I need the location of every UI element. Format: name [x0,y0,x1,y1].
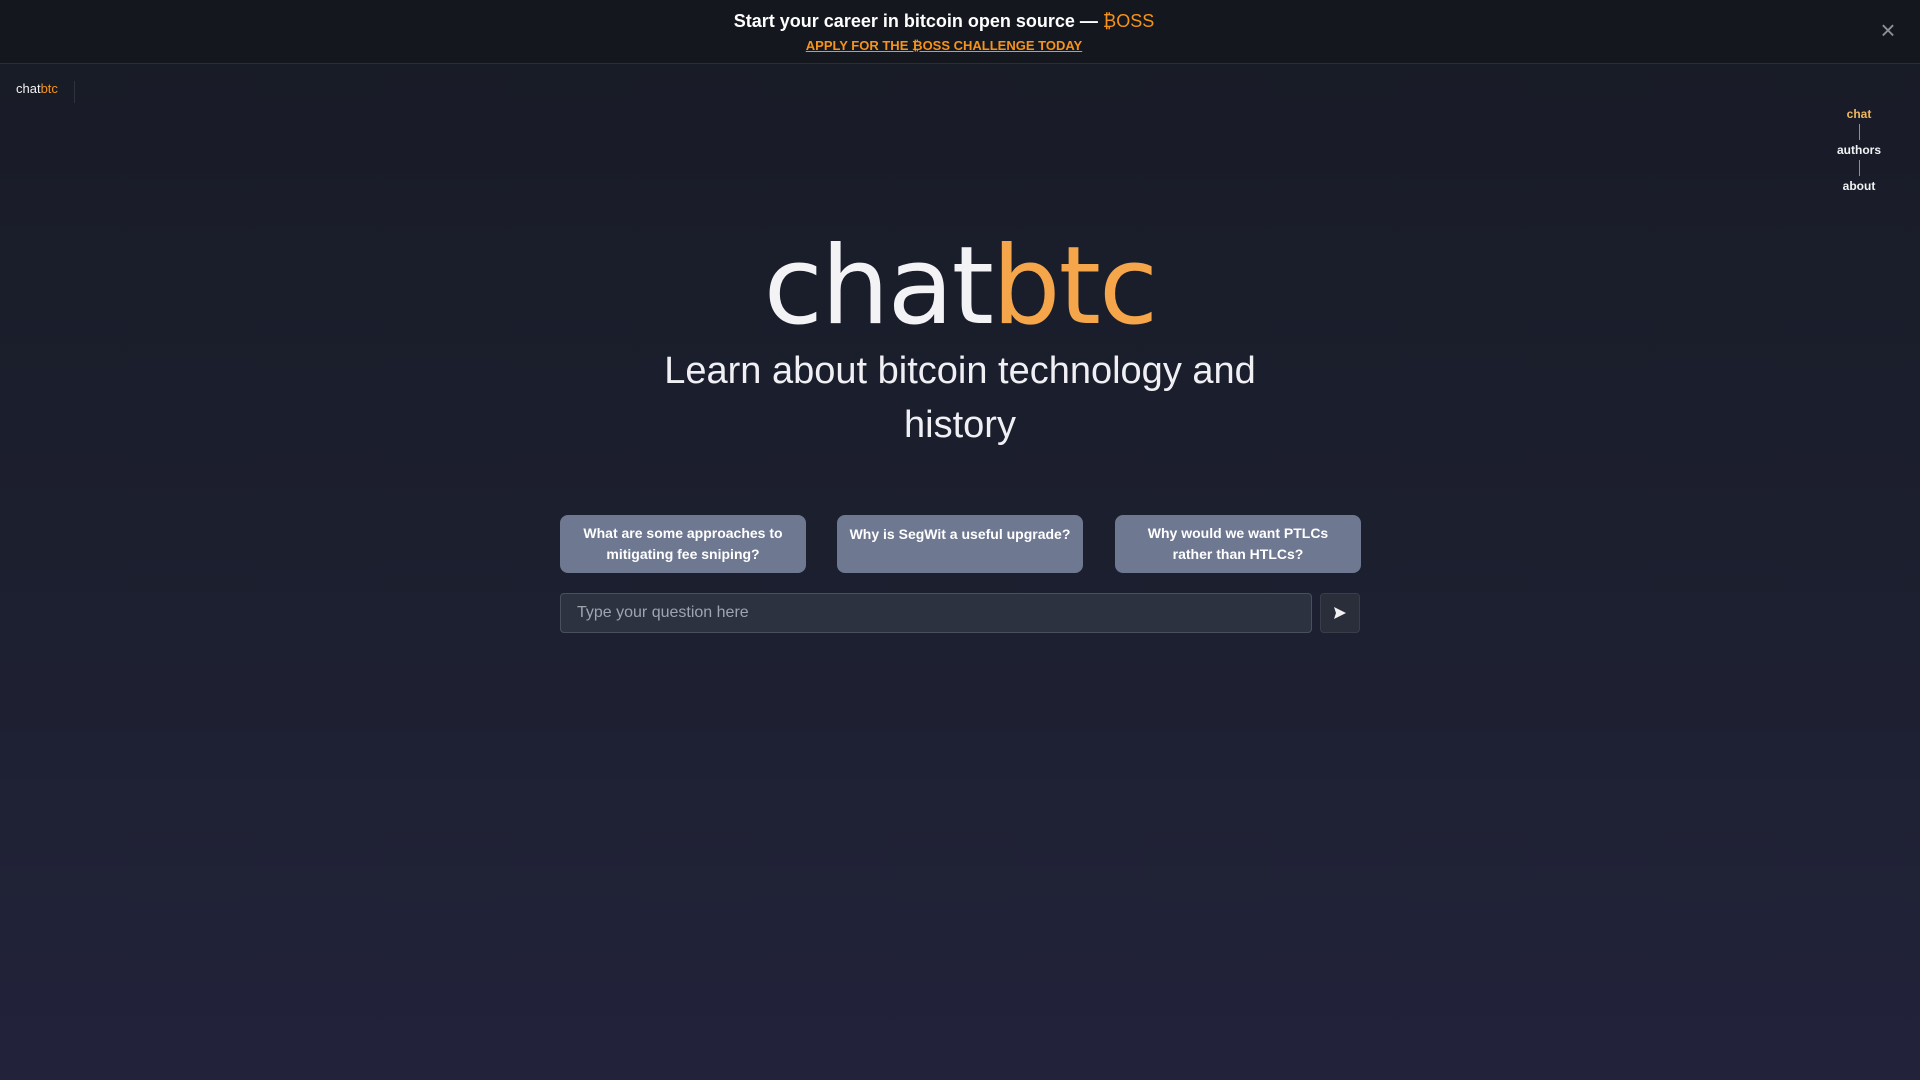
suggestion-button[interactable]: Why is SegWit a useful upgrade? [837,515,1083,573]
hero-title: chatbtc [0,222,1920,352]
question-input[interactable] [560,593,1312,633]
suggestion-list: What are some approaches to mitigating f… [560,515,1361,573]
nav-item-about[interactable]: about [1824,178,1894,194]
nav-separator [1858,160,1860,176]
nav-item-chat[interactable]: chat [1824,106,1894,122]
banner-title-brand: ₿OSS [1102,11,1155,31]
banner-title: Start your career in bitcoin open source… [0,11,1888,32]
banner-title-text: Start your career in bitcoin open source… [733,11,1103,31]
side-nav: chat authors about [1824,106,1894,194]
header-logo[interactable]: chatbtc [16,81,75,103]
suggestion-button[interactable]: What are some approaches to mitigating f… [560,515,806,573]
promo-banner: Start your career in bitcoin open source… [0,0,1920,64]
send-button[interactable] [1320,593,1360,633]
header-logo-main: chat [16,81,41,96]
nav-item-authors[interactable]: authors [1824,142,1894,158]
boss-challenge-link[interactable]: APPLY FOR THE ₿OSS CHALLENGE TODAY [0,38,1888,53]
hero-title-accent: btc [992,224,1158,349]
hero-subtitle: Learn about bitcoin technology and histo… [664,350,1256,446]
suggestion-button[interactable]: Why would we want PTLCs rather than HTLC… [1115,515,1361,573]
header-logo-accent: btc [40,81,58,96]
close-icon[interactable]: × [1874,16,1902,44]
hero-title-main: chat [763,224,994,349]
nav-separator [1858,124,1860,140]
send-arrow-icon [1334,607,1346,619]
